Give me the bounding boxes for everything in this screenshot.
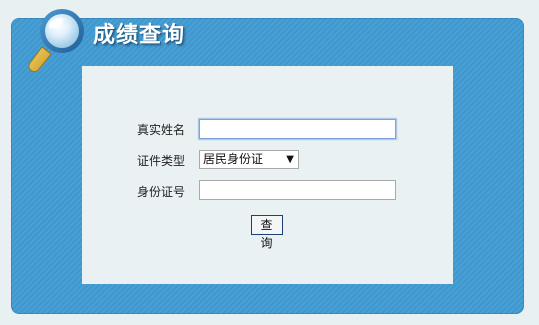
- id-type-selected-value: 居民身份证: [203, 152, 264, 166]
- id-type-label: 证件类型: [137, 154, 186, 168]
- id-type-select[interactable]: 居民身份证 ▼: [199, 150, 299, 169]
- name-input[interactable]: [199, 119, 396, 139]
- query-button[interactable]: 查 询: [251, 215, 283, 250]
- id-number-label: 身份证号: [137, 185, 186, 199]
- page-title: 成绩查询: [93, 23, 186, 48]
- name-label: 真实姓名: [137, 123, 186, 137]
- id-number-input[interactable]: [199, 180, 396, 200]
- dropdown-arrow-icon: ▼: [286, 154, 294, 165]
